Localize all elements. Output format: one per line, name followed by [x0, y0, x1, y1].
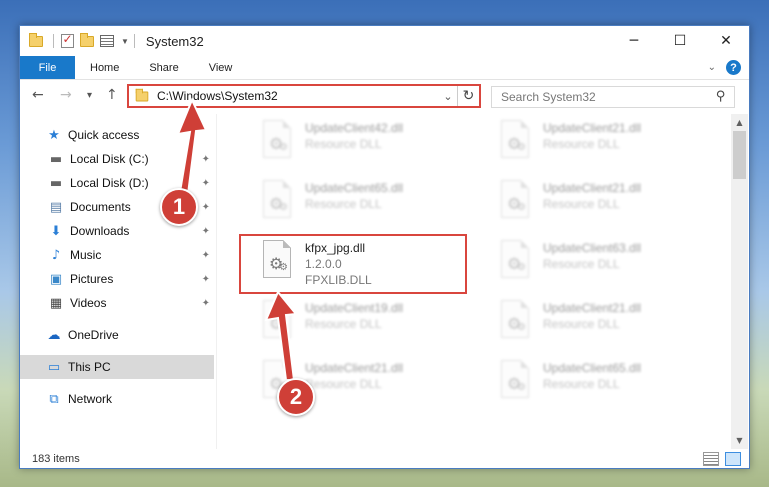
step-badge-2: 2: [277, 378, 315, 416]
annotation-arrows: [176, 97, 298, 381]
annotation-arrow-2: [264, 290, 298, 381]
annotation-arrow-1: [176, 97, 208, 196]
step-badge-1: 1: [160, 188, 198, 226]
